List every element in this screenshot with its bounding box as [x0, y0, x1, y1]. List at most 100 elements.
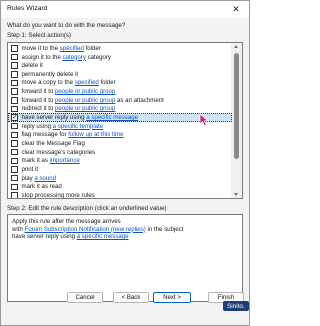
checkbox[interactable] [11, 53, 18, 61]
text-segment: folder [98, 79, 116, 87]
underlined-value-link[interactable]: people or public group [55, 88, 115, 95]
checkbox[interactable] [11, 62, 18, 69]
description-line: have server reply using a specific messa… [12, 233, 238, 241]
text-segment: as an attachment [115, 96, 164, 104]
action-item[interactable]: clear the Message Flag [8, 139, 232, 148]
checkbox-checked[interactable] [11, 113, 18, 121]
text-segment: in the subject [145, 225, 184, 233]
chevron-down-icon[interactable] [234, 193, 238, 196]
text-segment: folder [83, 44, 101, 52]
chevron-up-icon[interactable] [234, 45, 238, 48]
underlined-value-link[interactable]: people or public group [55, 97, 115, 104]
text-segment: Apply this rule after the message arrive… [12, 218, 121, 225]
text-segment: play [21, 174, 35, 182]
text-segment: with [12, 225, 25, 233]
action-label: forward it to people or public group [22, 88, 116, 95]
description-line: Apply this rule after the message arrive… [12, 218, 238, 226]
action-item[interactable]: play a sound [8, 174, 232, 183]
action-item[interactable]: mark it as importance [8, 156, 232, 165]
text-segment: stop processing more rules [21, 191, 95, 199]
text-segment: mark it as [21, 157, 50, 165]
checkbox[interactable] [11, 97, 18, 104]
action-item[interactable]: stop processing more rules [8, 191, 232, 199]
action-label: delete it [22, 62, 43, 69]
checkbox[interactable] [11, 105, 18, 113]
checkbox[interactable] [11, 166, 18, 173]
title-bar: Rules Wizard ✕ [1, 1, 249, 18]
checkbox[interactable] [11, 71, 18, 78]
text-segment: forward it to [21, 88, 56, 96]
action-item[interactable]: flag message for follow up at this time [8, 131, 232, 140]
action-label: clear message's categories [22, 149, 96, 156]
action-item[interactable]: clear message's categories [8, 148, 232, 157]
text-segment: flag message for [21, 131, 69, 139]
checkbox[interactable] [11, 131, 18, 139]
action-item[interactable]: delete it [8, 61, 232, 70]
text-segment: permanently delete it [21, 70, 79, 78]
text-segment: have server reply using [12, 233, 77, 241]
underlined-value-link[interactable]: specified [60, 45, 84, 52]
next-button[interactable]: Next > [153, 292, 191, 303]
action-label: play a sound [22, 175, 57, 182]
description-line: with Forum Subscription Notification (ne… [12, 226, 238, 234]
underlined-value-link[interactable]: people or public group [55, 105, 115, 112]
action-item[interactable]: forward it to people or public group [8, 87, 232, 96]
action-label: forward it to people or public group as … [22, 97, 164, 104]
underlined-value-link[interactable]: a specific message [86, 114, 138, 121]
step1-label: Step 1: Select action(s) [7, 32, 71, 39]
action-label: stop processing more rules [21, 191, 95, 199]
action-item[interactable]: mark it as read [8, 182, 232, 191]
action-label: redirect it to people or public group [22, 105, 116, 112]
close-icon: ✕ [232, 4, 240, 14]
step2-label: Step 2: Edit the rule description (click… [7, 205, 167, 212]
text-segment: move a copy to the [21, 79, 75, 87]
tooltip: Sinito. [223, 301, 249, 311]
action-item[interactable]: move a copy to the specified folder [8, 79, 232, 88]
text-segment: forward it to [21, 96, 56, 104]
underlined-value-link[interactable]: a sound [34, 175, 56, 182]
text-segment: clear the Message Flag [21, 140, 85, 148]
underlined-value-link[interactable]: Forum Subscription Notification (new rep… [25, 226, 146, 233]
underlined-value-link[interactable]: a specific template [53, 123, 103, 130]
action-label: print it [22, 166, 39, 173]
checkbox[interactable] [11, 88, 18, 95]
checkbox[interactable] [11, 79, 18, 87]
action-item[interactable]: permanently delete it [8, 70, 232, 79]
action-item[interactable]: forward it to people or public group as … [8, 96, 232, 105]
underlined-value-link[interactable]: a specific message [77, 233, 129, 240]
checkbox[interactable] [11, 140, 18, 147]
close-button[interactable]: ✕ [223, 1, 249, 18]
checkbox[interactable] [11, 148, 18, 156]
cancel-button[interactable]: Cancel [67, 292, 103, 303]
text-segment: print it [21, 165, 39, 173]
scrollbar[interactable] [231, 43, 242, 198]
text-segment: delete it [21, 62, 43, 70]
action-item[interactable]: assign it to the category category [8, 53, 232, 62]
action-item[interactable]: print it [8, 165, 232, 174]
checkbox[interactable] [11, 122, 18, 130]
question-label: What do you want to do with the message? [7, 22, 126, 29]
rules-wizard-window: Rules Wizard ✕ What do you want to do wi… [0, 0, 250, 326]
action-label: mark it as read [22, 183, 62, 190]
mouse-pointer-icon [199, 113, 209, 127]
underlined-value-link[interactable]: importance [50, 157, 80, 164]
text-segment: clear message's categories [21, 148, 96, 156]
action-label: reply using a specific template [22, 123, 104, 130]
underlined-value-link[interactable]: specified [75, 79, 99, 86]
checkbox[interactable] [11, 45, 18, 52]
back-button[interactable]: < Back [113, 292, 149, 303]
checkbox[interactable] [11, 183, 18, 191]
checkbox[interactable] [11, 174, 18, 182]
underlined-value-link[interactable]: category [63, 54, 86, 61]
action-label: move it to the specified folder [22, 45, 101, 52]
action-label: mark it as importance [22, 157, 80, 164]
text-segment: mark it as read [21, 183, 62, 191]
scrollbar-thumb[interactable] [234, 53, 239, 159]
action-label: permanently delete it [22, 71, 79, 78]
action-label: flag message for follow up at this time [22, 131, 124, 138]
checkbox[interactable] [11, 157, 18, 165]
action-item[interactable]: move it to the specified folder [8, 44, 232, 53]
action-label: assign it to the category category [22, 54, 111, 61]
checkbox[interactable] [11, 192, 18, 198]
underlined-value-link[interactable]: follow up at this time [68, 131, 123, 138]
